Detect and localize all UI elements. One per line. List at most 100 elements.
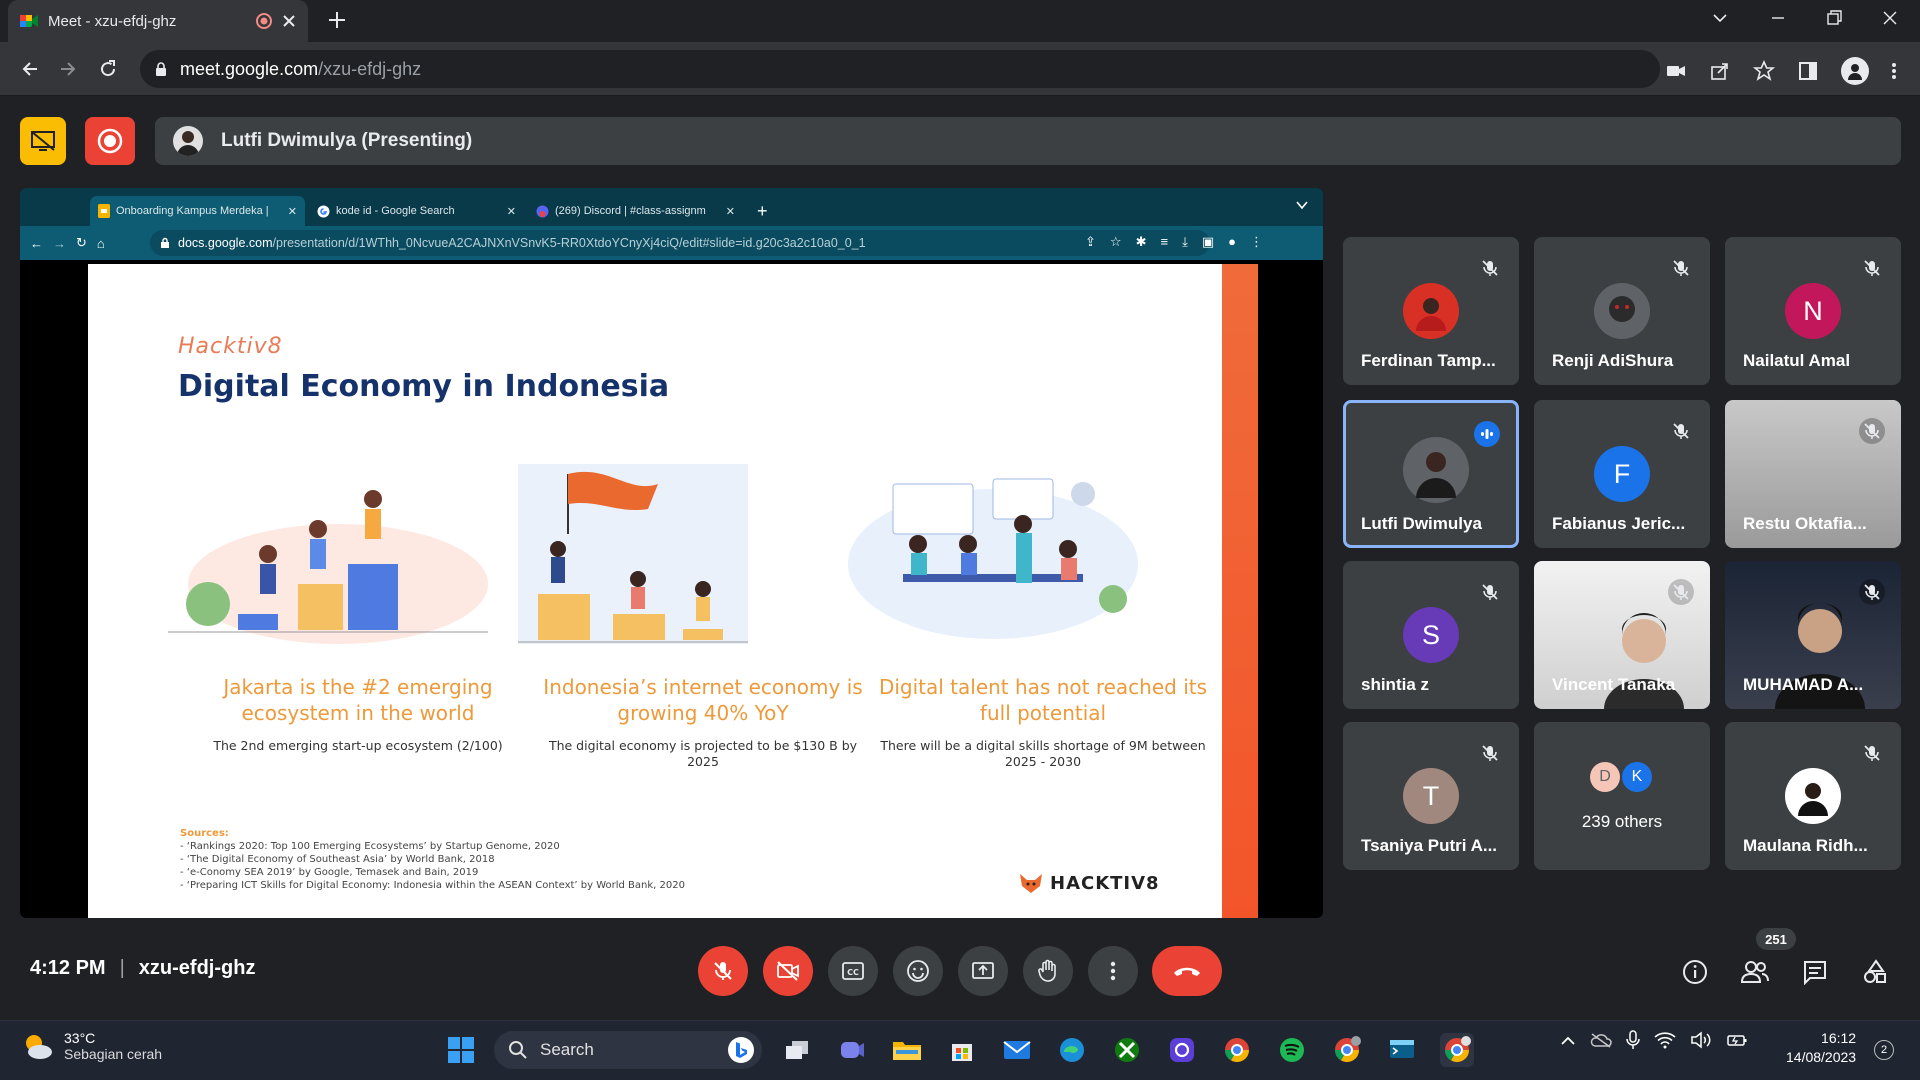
back-button[interactable] [12, 51, 48, 87]
leave-call-button[interactable] [1152, 946, 1222, 996]
raise-hand-button[interactable] [1023, 946, 1073, 996]
browser-tab-meet[interactable]: Meet - xzu-efdj-ghz [8, 0, 308, 42]
weather-widget[interactable]: 33°C Sebagian cerah [20, 1030, 162, 1062]
shared-menu-icon: ⋮ [1249, 234, 1263, 249]
participant-tile[interactable]: F Fabianus Jeric... [1534, 400, 1710, 548]
search-label: Search [540, 1040, 594, 1059]
participant-tile-video[interactable]: MUHAMAD A... [1725, 561, 1901, 709]
tab-search-icon[interactable] [1710, 8, 1730, 28]
muted-mic-icon [1668, 579, 1694, 605]
taskbar-clock[interactable]: 16:12 14/08/2023 [1786, 1029, 1856, 1067]
chrome-profile-icon[interactable] [1330, 1033, 1364, 1067]
edge-icon[interactable] [1055, 1033, 1089, 1067]
slide-column-3: Digital talent has not reached its full … [878, 674, 1208, 770]
start-button[interactable] [444, 1033, 478, 1067]
close-window-icon[interactable] [1880, 8, 1900, 28]
meeting-details-icon[interactable] [1673, 950, 1717, 994]
muted-mic-icon [1859, 418, 1885, 444]
wifi-icon[interactable] [1654, 1031, 1676, 1049]
chrome-active-icon[interactable] [1440, 1033, 1474, 1067]
more-options-button[interactable] [1088, 946, 1138, 996]
captions-button[interactable]: CC [828, 946, 878, 996]
participant-tile[interactable]: N Nailatul Amal [1725, 237, 1901, 385]
muted-mic-icon [1859, 740, 1885, 766]
profile-avatar[interactable] [1841, 57, 1869, 85]
slides-favicon-icon [98, 204, 110, 218]
notification-badge[interactable]: 2 [1874, 1040, 1894, 1060]
slide-accent-bar [1222, 264, 1258, 918]
microsoft-store-icon[interactable] [945, 1033, 979, 1067]
participant-tile-speaking[interactable]: Lutfi Dwimulya [1343, 400, 1519, 548]
shared-tab-close-icon: ✕ [506, 205, 516, 218]
url-path: /xzu-efdj-ghz [318, 58, 422, 79]
bookmark-star-icon[interactable] [1753, 60, 1775, 82]
file-explorer-icon[interactable] [890, 1033, 924, 1067]
participant-tile[interactable]: Ferdinan Tamp... [1343, 237, 1519, 385]
instagram-icon[interactable] [1165, 1033, 1199, 1067]
participant-name: Nailatul Amal [1743, 351, 1851, 370]
recording-button[interactable] [85, 117, 135, 165]
participant-name: Vincent Tanaka [1552, 675, 1676, 694]
chrome-icon[interactable] [1220, 1033, 1254, 1067]
muted-mic-icon [1668, 418, 1694, 444]
terminal-icon[interactable] [1385, 1033, 1419, 1067]
participant-name: Renji AdiShura [1552, 351, 1674, 370]
participant-tile[interactable]: Renji AdiShura [1534, 237, 1710, 385]
participant-name: MUHAMAD A... [1743, 675, 1864, 694]
volume-icon[interactable] [1690, 1031, 1712, 1049]
task-view-icon[interactable] [780, 1033, 814, 1067]
participant-avatar: N [1785, 283, 1841, 339]
camera-in-use-icon[interactable] [1665, 60, 1687, 82]
forward-button[interactable] [50, 51, 86, 87]
participant-tile[interactable]: S shintia z [1343, 561, 1519, 709]
reactions-button[interactable] [893, 946, 943, 996]
taskbar-search[interactable]: Search [494, 1031, 762, 1069]
shared-new-tab-icon: + [757, 200, 768, 221]
temperature: 33°C [64, 1030, 96, 1046]
source-item: - ‘e-Conomy SEA 2019’ by Google, Temasek… [180, 867, 479, 878]
microphone-toggle-button[interactable] [698, 946, 748, 996]
onedrive-icon[interactable] [1590, 1032, 1612, 1048]
discord-favicon-icon [536, 205, 549, 218]
reload-button[interactable] [90, 51, 126, 87]
source-item: - ‘Preparing ICT Skills for Digital Econ… [180, 880, 685, 891]
shared-url-host: docs.google.com [178, 236, 273, 250]
participant-tile[interactable]: Maulana Ridh... [1725, 722, 1901, 870]
close-tab-icon[interactable] [282, 14, 296, 28]
other-avatar: K [1622, 762, 1652, 792]
others-tile[interactable]: D K 239 others [1534, 722, 1710, 870]
side-panel-icon[interactable] [1797, 60, 1819, 82]
new-tab-button[interactable] [326, 9, 348, 31]
present-screen-button[interactable] [958, 946, 1008, 996]
others-count: 239 others [1581, 812, 1663, 831]
participant-tile[interactable]: T Tsaniya Putri A... [1343, 722, 1519, 870]
mail-icon[interactable] [1000, 1033, 1034, 1067]
teams-chat-icon[interactable] [835, 1033, 869, 1067]
minimize-icon[interactable] [1768, 8, 1788, 28]
shared-tab-search-icon [1295, 198, 1309, 212]
address-bar[interactable]: meet.google.com/xzu-efdj-ghz [140, 50, 1660, 88]
participant-tile-video[interactable]: Restu Oktafia... [1725, 400, 1901, 548]
chat-icon[interactable] [1793, 950, 1837, 994]
participant-tile-video[interactable]: Vincent Tanaka [1534, 561, 1710, 709]
camera-toggle-button[interactable] [763, 946, 813, 996]
column-heading: Jakarta is the #2 emerging ecosystem in … [223, 675, 493, 725]
microphone-tray-icon[interactable] [1626, 1030, 1640, 1050]
stop-presenting-button[interactable] [20, 117, 66, 165]
column-heading: Digital talent has not reached its full … [878, 675, 1208, 725]
illustration-teamwork [168, 490, 488, 644]
shared-tab-onboarding: Onboarding Kampus Merdeka | ✕ [90, 196, 305, 226]
shared-home-icon: ⌂ [96, 235, 105, 251]
activities-icon[interactable] [1853, 950, 1897, 994]
share-icon[interactable] [1709, 60, 1731, 82]
people-icon[interactable] [1733, 950, 1777, 994]
hacktiv8-logo: HACKTIV8 [1018, 872, 1160, 894]
partly-sunny-icon [20, 1031, 54, 1061]
battery-icon[interactable] [1726, 1031, 1748, 1049]
xbox-icon[interactable] [1110, 1033, 1144, 1067]
show-hidden-icons[interactable] [1560, 1034, 1576, 1046]
restore-icon[interactable] [1824, 8, 1844, 28]
browser-menu-icon[interactable] [1891, 61, 1897, 81]
taskbar-date: 14/08/2023 [1786, 1049, 1857, 1065]
spotify-icon[interactable] [1275, 1033, 1309, 1067]
